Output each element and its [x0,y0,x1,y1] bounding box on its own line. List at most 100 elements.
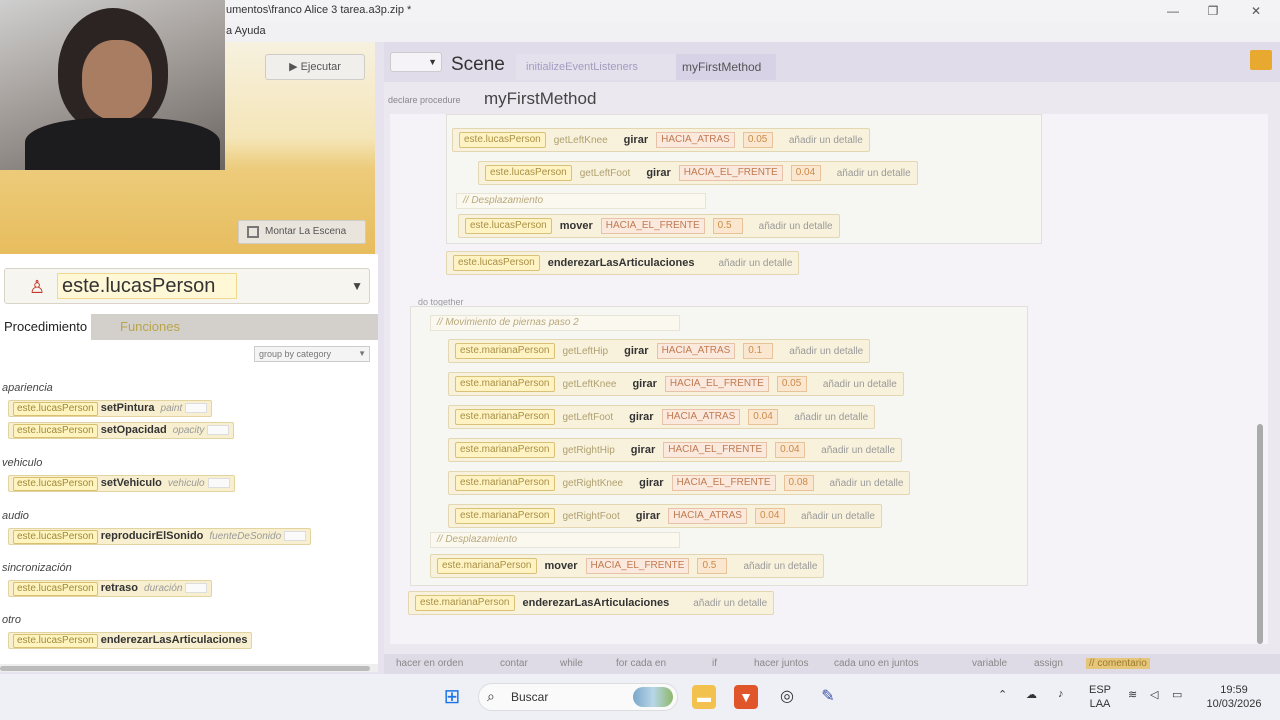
comment-block[interactable]: // Movimiento de piernas paso 2 [430,315,680,331]
block-count[interactable]: contar [500,658,528,669]
language-indicator[interactable]: ESP LAA [1086,683,1114,711]
statement-verb: girar [632,378,657,390]
alice-app-icon[interactable]: ✎ [816,685,840,709]
block-do-together[interactable]: hacer juntos [754,658,808,669]
add-detail[interactable]: añadir un detalle [759,221,833,232]
scrollbar-thumb[interactable] [0,666,370,671]
tab-my-first-method[interactable]: myFirstMethod [676,54,776,80]
statement-getter: getRightHip [562,445,615,456]
statement[interactable]: este.marianaPerson getLeftFoot girar HACIA_… [448,405,876,429]
add-detail[interactable]: añadir un detalle [823,379,897,390]
block-do-in-order[interactable]: hacer en orden [396,658,463,669]
statement-amount[interactable]: 0.08 [783,475,814,492]
statement-amount[interactable]: 0.5 [697,558,728,575]
add-detail[interactable]: añadir un detalle [789,346,863,357]
statement[interactable]: este.marianaPerson enderezarLasArticulaci… [408,591,775,615]
horizontal-scrollbar[interactable] [0,664,378,672]
statement-direction[interactable]: HACIA_EL_FRENTE [585,558,690,575]
procedure-block[interactable]: este.lucasPerson retraso duración [8,580,213,597]
statement-direction[interactable]: HACIA_EL_FRENTE [600,218,705,235]
code-area[interactable]: este.lucasPerson getLeftKnee girar HACIA_AT… [390,114,1268,644]
comment-block[interactable]: // Desplazamiento [430,532,680,548]
run-button[interactable]: ▶ Ejecutar [265,54,365,80]
statement-direction[interactable]: HACIA_EL_FRENTE [664,376,769,393]
statement-amount[interactable]: 0.05 [776,376,807,393]
statement-amount[interactable]: 0.04 [754,508,785,525]
procedure-block[interactable]: este.lucasPerson enderezarLasArticulacion… [8,632,253,649]
statement[interactable]: este.marianaPerson getLeftHip girar HACIA_A… [448,339,871,363]
statement-direction[interactable]: HACIA_EL_FRENTE [678,165,783,182]
statement[interactable]: este.lucasPerson mover HACIA_EL_FRENTE 0.5 a… [458,214,840,238]
folder-icon[interactable] [1250,50,1272,70]
object-selector[interactable]: ♙ este.lucasPerson ▼ [4,268,370,304]
add-detail[interactable]: añadir un detalle [837,168,911,179]
block-assign[interactable]: assign [1034,658,1063,669]
microphone-icon[interactable]: ♪ [1058,688,1064,700]
block-variable[interactable]: variable [972,658,1007,669]
menu-help[interactable]: a Ayuda [226,25,266,37]
add-detail[interactable]: añadir un detalle [830,478,904,489]
statement[interactable]: este.marianaPerson getRightFoot girar HACIA… [448,504,882,528]
statement[interactable]: este.lucasPerson enderezarLasArticulacion… [446,251,800,275]
group-by-select[interactable]: group by category ▼ [254,346,370,362]
add-detail[interactable]: añadir un detalle [794,412,868,423]
scrollbar-thumb[interactable] [1257,424,1263,644]
tray-chevron-up-icon[interactable]: ⌃ [998,688,1007,701]
add-detail[interactable]: añadir un detalle [718,258,792,269]
maximize-button[interactable]: ❐ [1198,2,1228,20]
add-detail[interactable]: añadir un detalle [789,135,863,146]
battery-icon[interactable]: ▭ [1172,688,1182,701]
procedure-block[interactable]: este.lucasPerson setPintura paint [8,400,213,417]
statement-direction[interactable]: HACIA_ATRAS [656,343,736,360]
comment-block[interactable]: // Desplazamiento [456,193,706,209]
statement-amount[interactable]: 0.5 [712,218,743,235]
statement-amount[interactable]: 0.04 [790,165,821,182]
statement[interactable]: este.marianaPerson getRightHip girar HACIA_… [448,438,903,462]
statement-direction[interactable]: HACIA_ATRAS [656,132,735,149]
statement-amount[interactable]: 0.04 [748,409,779,426]
mount-scene-button[interactable]: Montar La Escena [238,220,366,244]
minimize-button[interactable]: — [1158,2,1188,20]
class-dropdown[interactable]: ▼ [390,52,442,72]
add-detail[interactable]: añadir un detalle [743,561,817,572]
block-if[interactable]: if [712,658,717,669]
procedure-block[interactable]: este.lucasPerson setVehiculo vehiculo [8,475,235,492]
procedure-block[interactable]: este.lucasPerson reproducirElSonido fuente… [8,528,312,545]
tab-procedures[interactable]: Procedimiento [0,314,92,340]
statement-direction[interactable]: HACIA_EL_FRENTE [671,475,776,492]
statement-amount[interactable]: 0.1 [743,343,774,360]
wifi-icon[interactable]: ≋ [1128,688,1137,701]
block-each-in-together[interactable]: cada uno en juntos [834,658,919,669]
add-detail[interactable]: añadir un detalle [801,511,875,522]
block-while[interactable]: while [560,658,583,669]
statement[interactable]: este.lucasPerson getLeftFoot girar HACIA_EL… [478,161,918,185]
tab-functions[interactable]: Funciones [116,314,184,340]
statement-direction[interactable]: HACIA_EL_FRENTE [663,442,768,459]
statement-amount[interactable]: 0.05 [742,132,773,149]
statement[interactable]: este.marianaPerson getLeftKnee girar HACIA_… [448,372,904,396]
statement-direction[interactable]: HACIA_ATRAS [668,508,747,525]
statement[interactable]: este.lucasPerson getLeftKnee girar HACIA_AT… [452,128,870,152]
procedure-block[interactable]: este.lucasPerson setOpacidad opacity [8,422,235,439]
brave-browser-icon[interactable]: ▼ [734,685,758,709]
tab-init-listeners[interactable]: initializeEventListeners [516,54,676,80]
cloud-icon[interactable]: ☁ [1026,688,1037,701]
vertical-scrollbar[interactable] [1256,114,1264,644]
close-button[interactable]: ✕ [1241,2,1271,20]
tab-scene[interactable]: Scene [446,50,514,80]
add-detail[interactable]: añadir un detalle [693,598,767,609]
chrome-icon[interactable]: ◎ [775,685,799,709]
statement[interactable]: este.marianaPerson mover HACIA_EL_FRENTE 0.… [430,554,825,578]
windows-start-icon[interactable]: ⊞ [440,685,464,709]
search-box[interactable]: ⌕ Buscar [478,683,678,711]
statement-direction[interactable]: HACIA_ATRAS [661,409,741,426]
file-explorer-icon[interactable]: ▬ [692,685,716,709]
chevron-down-icon[interactable]: ▼ [351,279,363,293]
block-comment[interactable]: // comentario [1086,658,1150,669]
add-detail[interactable]: añadir un detalle [821,445,895,456]
volume-icon[interactable]: ◁ [1150,688,1158,701]
statement-amount[interactable]: 0.04 [775,442,806,459]
statement[interactable]: este.marianaPerson getRightKnee girar HACIA… [448,471,911,495]
block-for-each[interactable]: for cada en [616,658,666,669]
clock[interactable]: 19:59 10/03/2026 [1200,683,1268,711]
